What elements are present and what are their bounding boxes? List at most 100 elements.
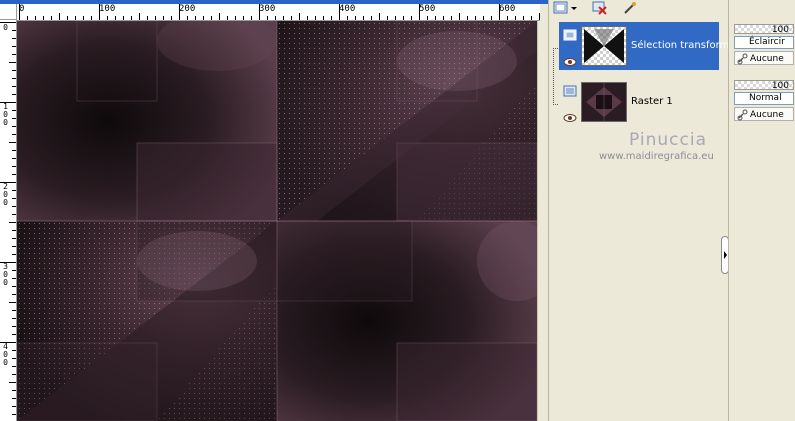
- opacity-slider[interactable]: 100: [734, 24, 794, 35]
- layer-row-selection[interactable]: Sélection transformée: [559, 22, 742, 70]
- ruler-tick: [283, 16, 284, 20]
- ruler-tick: [12, 230, 16, 231]
- canvas-image[interactable]: [17, 21, 537, 421]
- ruler-tick: [379, 13, 380, 20]
- ruler-tick: [12, 78, 16, 79]
- ruler-tick: [403, 16, 404, 20]
- ruler-tick: [9, 62, 16, 63]
- ruler-tick: [0, 182, 16, 183]
- ruler-tick: [299, 13, 300, 20]
- ruler-tick: [12, 366, 16, 367]
- artwork: [17, 21, 537, 421]
- ruler-tick: [9, 142, 16, 143]
- blend-mode-select[interactable]: Normal: [734, 92, 794, 105]
- ruler-tick: [12, 398, 16, 399]
- ruler-tick: [195, 16, 196, 20]
- edit-layer-icon[interactable]: [622, 0, 638, 14]
- new-layer-icon[interactable]: [553, 0, 569, 14]
- mask-field[interactable]: Aucune: [734, 107, 794, 121]
- ruler-tick: [227, 16, 228, 20]
- ruler-tick: [12, 294, 16, 295]
- ruler-tick: [427, 16, 428, 20]
- ruler-tick: [315, 16, 316, 20]
- ruler-tick: [35, 16, 36, 20]
- ruler-tick: [307, 16, 308, 20]
- layer-group-bracket: [553, 48, 558, 105]
- ruler-tick: [251, 16, 252, 20]
- ruler-tick: [267, 16, 268, 20]
- ruler-v-label-300: 300: [2, 263, 9, 287]
- ruler-tick: [459, 13, 460, 20]
- ruler-tick: [115, 16, 116, 20]
- ruler-tick: [12, 158, 16, 159]
- ruler-tick: [323, 16, 324, 20]
- ruler-tick: [12, 86, 16, 87]
- delete-layer-icon[interactable]: [592, 0, 608, 15]
- ruler-tick: [12, 46, 16, 47]
- ruler-tick: [12, 198, 16, 199]
- image-canvas-window: 0 100 200 300 400 500 600 0 100 200 300 …: [0, 0, 548, 421]
- ruler-v-digit: 0: [3, 358, 8, 367]
- ruler-tick: [419, 4, 420, 20]
- ruler-tick: [363, 16, 364, 20]
- ruler-v-label-400: 400: [2, 343, 9, 367]
- dropdown-arrow-icon[interactable]: [570, 0, 578, 14]
- ruler-corner: [0, 4, 17, 20]
- ruler-tick: [12, 318, 16, 319]
- ruler-tick: [12, 326, 16, 327]
- ruler-tick: [12, 190, 16, 191]
- ruler-tick: [187, 16, 188, 20]
- layer-name-selection: Sélection transformée: [631, 40, 742, 51]
- ruler-tick: [219, 13, 220, 20]
- watermark-name: Pinuccia: [629, 130, 707, 150]
- ruler-tick: [12, 286, 16, 287]
- ruler-tick: [12, 310, 16, 311]
- visibility-eye-icon[interactable]: [563, 52, 577, 66]
- ruler-tick: [83, 16, 84, 20]
- visibility-eye-icon[interactable]: [563, 108, 577, 122]
- raster-layer-icon: [563, 84, 577, 98]
- canvas-vertical-scrollbar[interactable]: [537, 21, 548, 421]
- watermark-url: www.maidiregrafica.eu: [599, 151, 714, 162]
- layer-row-raster-1[interactable]: Raster 1: [559, 78, 719, 126]
- ruler-tick: [12, 358, 16, 359]
- ruler-tick: [515, 16, 516, 20]
- ruler-tick: [539, 13, 540, 20]
- ruler-tick: [355, 16, 356, 20]
- ruler-tick: [12, 134, 16, 135]
- blend-mode-select[interactable]: Éclaircir: [734, 36, 794, 49]
- ruler-tick: [75, 16, 76, 20]
- ruler-tick: [475, 16, 476, 20]
- ruler-tick: [19, 4, 20, 20]
- link-chain-icon: [737, 109, 748, 121]
- mask-field[interactable]: Aucune: [734, 51, 794, 65]
- ruler-tick: [9, 222, 16, 223]
- ruler-tick: [12, 406, 16, 407]
- ruler-tick: [371, 16, 372, 20]
- ruler-tick: [12, 110, 16, 111]
- mask-value: Aucune: [750, 110, 784, 120]
- ruler-label-400: 400: [339, 4, 356, 14]
- ruler-tick: [467, 16, 468, 20]
- ruler-tick: [12, 118, 16, 119]
- ruler-v-digit: 0: [3, 278, 8, 287]
- ruler-tick: [12, 30, 16, 31]
- ruler-tick: [123, 16, 124, 20]
- ruler-tick: [12, 150, 16, 151]
- ruler-v-digit: 0: [3, 118, 8, 127]
- ruler-tick: [99, 4, 100, 20]
- layer-thumbnail-selection: [581, 26, 627, 66]
- ruler-v-label-0: 0: [2, 24, 9, 32]
- ruler-tick: [12, 278, 16, 279]
- ruler-tick: [12, 254, 16, 255]
- ruler-tick: [531, 16, 532, 20]
- ruler-tick: [12, 70, 16, 71]
- ruler-tick: [91, 16, 92, 20]
- ruler-tick: [395, 16, 396, 20]
- ruler-tick: [507, 16, 508, 20]
- layers-palette: Sélection transformée Raster 1 Pinuccia …: [548, 0, 742, 421]
- opacity-value: 100: [771, 25, 789, 35]
- opacity-slider[interactable]: 100: [734, 80, 794, 91]
- ruler-tick: [259, 4, 260, 20]
- ruler-tick: [435, 16, 436, 20]
